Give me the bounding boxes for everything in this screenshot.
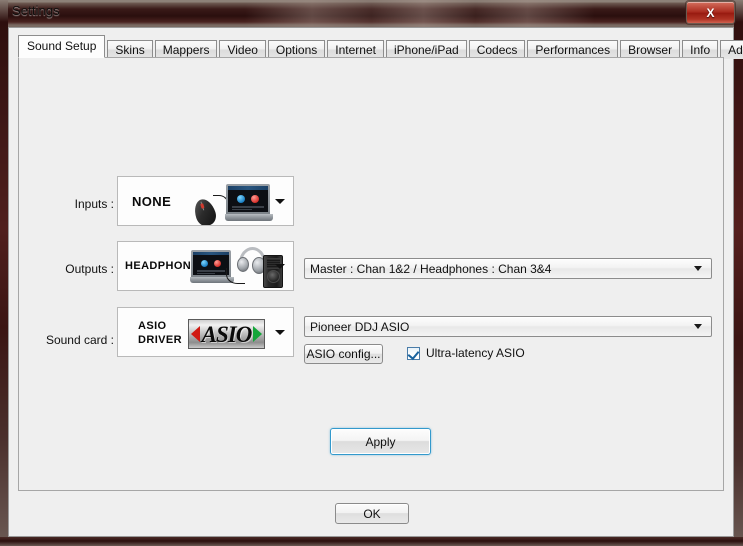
sound-setup-panel: Inputs : NONE Outputs: HEADPHONES Maste…	[18, 57, 724, 491]
checkmark-icon	[407, 347, 420, 360]
laptop-icon	[225, 184, 273, 224]
chevron-down-icon[interactable]	[694, 324, 702, 329]
tab-strip: Sound Setup Skins Mappers Video Options …	[18, 35, 743, 59]
inputs-label: Inputs :	[74, 197, 114, 211]
asio-driver-dropdown[interactable]: Pioneer DDJ ASIO	[304, 316, 712, 337]
ok-button-label: OK	[363, 506, 381, 521]
ok-button[interactable]: OK	[335, 503, 409, 524]
window-frame-bottom	[0, 537, 743, 546]
sound-card-dropdown-arrow[interactable]	[275, 330, 285, 335]
close-button[interactable]: X	[686, 1, 735, 24]
ultra-latency-label: Ultra-latency ASIO	[426, 346, 525, 360]
asio-logo-icon: ASIO	[188, 319, 265, 349]
settings-window: Settings X Sound Setup Skins Mappers Vid…	[0, 0, 743, 546]
asio-logo-text: ASIO	[201, 321, 253, 347]
channel-mapping-value: Master : Chan 1&2 / Headphones : Chan 3&…	[310, 261, 552, 276]
asio-config-button-label: ASIO config...	[306, 347, 381, 361]
inputs-value: NONE	[132, 194, 172, 209]
outputs-label: Outputs :	[65, 262, 114, 276]
window-frame-right	[734, 0, 743, 546]
dialog-client-area: Sound Setup Skins Mappers Video Options …	[8, 27, 743, 537]
title-bar[interactable]: Settings X	[0, 0, 743, 27]
tab-sound-setup[interactable]: Sound Setup	[18, 35, 106, 58]
apply-button[interactable]: Apply	[330, 428, 431, 455]
close-icon: X	[706, 5, 715, 20]
asio-driver-value: Pioneer DDJ ASIO	[310, 319, 410, 334]
title-bar-glass	[0, 0, 743, 27]
inputs-dropdown-arrow[interactable]	[275, 199, 285, 204]
outputs-dropdown-arrow[interactable]	[275, 264, 285, 269]
apply-button-label: Apply	[365, 434, 396, 449]
window-title: Settings	[12, 3, 60, 18]
channel-mapping-dropdown[interactable]: Master : Chan 1&2 / Headphones : Chan 3&…	[304, 258, 712, 279]
ultra-latency-checkbox-row[interactable]: Ultra-latency ASIO	[407, 346, 525, 360]
sound-card-combo[interactable]: ASIO DRIVER ASIO	[117, 307, 294, 357]
speaker-icon	[263, 255, 283, 288]
chevron-down-icon[interactable]	[694, 266, 702, 271]
sound-card-value-line1: ASIO	[138, 320, 167, 332]
outputs-combo[interactable]: HEADPHONES	[117, 241, 294, 291]
sound-card-value-line2: DRIVER	[138, 334, 182, 346]
sound-card-label: Sound card :	[45, 333, 114, 347]
asio-config-button[interactable]: ASIO config...	[304, 344, 383, 364]
ultra-latency-checkbox[interactable]	[407, 346, 420, 360]
window-frame-left	[0, 0, 8, 546]
inputs-combo[interactable]: NONE	[117, 176, 294, 226]
